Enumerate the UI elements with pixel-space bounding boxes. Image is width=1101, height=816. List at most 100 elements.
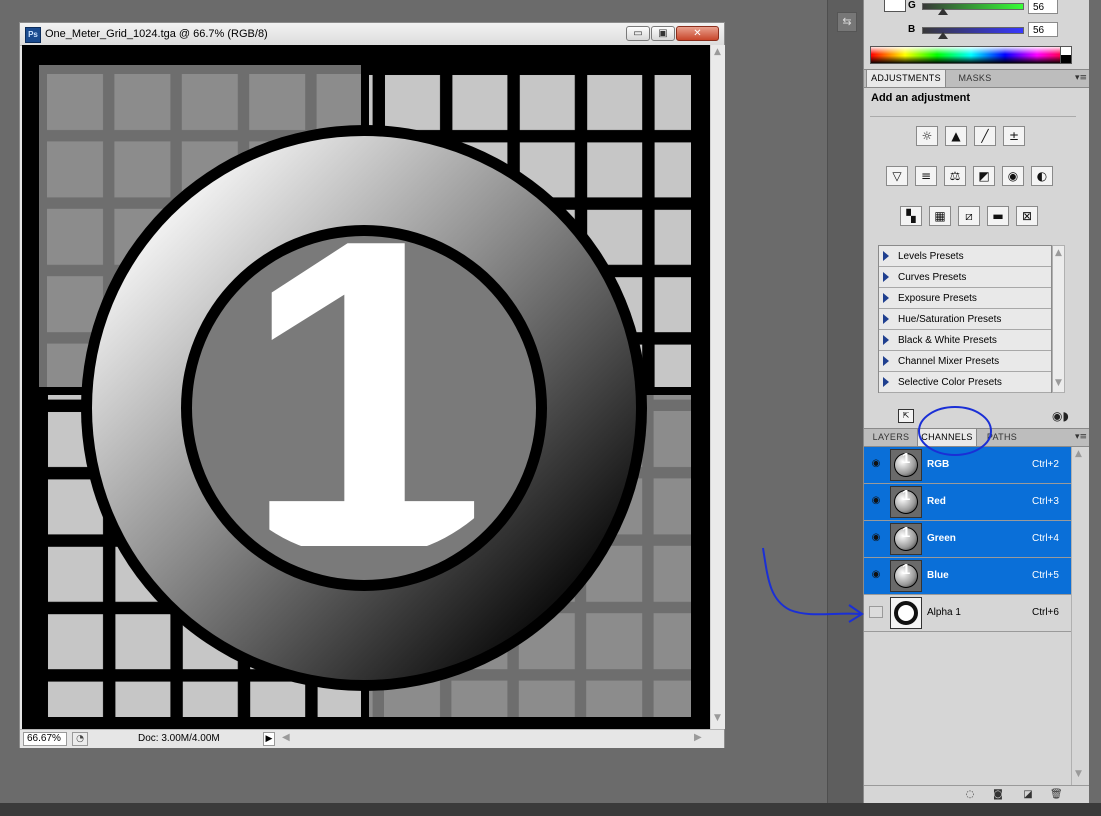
scroll-down-icon[interactable]: ▼ [1075,769,1082,779]
selective-color-icon[interactable]: ⊠ [1016,206,1038,226]
tab-masks[interactable]: MASKS [950,70,1000,87]
black-white-swatch[interactable] [1060,46,1072,64]
eye-icon[interactable]: ◉ [869,495,883,507]
expand-arrow-icon[interactable] [883,251,889,261]
thumbnail-number: 1 [901,561,911,578]
vibrance-icon[interactable]: ▽ [886,166,908,186]
threshold-icon[interactable]: ⧄ [958,206,980,226]
scroll-up-icon[interactable]: ▲ [1075,449,1082,459]
blue-slider-thumb[interactable] [938,32,948,39]
hue-saturation-icon[interactable]: ≡ [915,166,937,186]
scroll-down-icon[interactable]: ▼ [1055,378,1062,388]
green-slider[interactable] [922,3,1024,15]
preset-item[interactable]: Selective Color Presets [879,372,1051,393]
tab-channels[interactable]: CHANNELS [917,429,977,446]
preset-item[interactable]: Black & White Presets [879,330,1051,351]
scroll-left-icon[interactable]: ◀ [282,732,290,743]
preset-item[interactable]: Curves Presets [879,267,1051,288]
exposure-icon[interactable]: ± [1003,126,1025,146]
right-panel-dock: G 56 B 56 ADJUSTMENTS MASKS ▾≡ Add an ad… [863,0,1090,804]
channel-name: RGB [927,459,950,470]
panel-menu-icon[interactable]: ▾≡ [1075,70,1087,87]
panel-menu-icon[interactable]: ▾≡ [1075,429,1087,446]
expand-arrow-icon[interactable] [883,272,889,282]
delete-channel-icon[interactable]: 🗑 [1050,789,1063,800]
adjustments-heading: Add an adjustment [871,92,971,104]
preset-item[interactable]: Levels Presets [879,246,1051,267]
color-balance-icon[interactable]: ⚖ [944,166,966,186]
expand-arrow-icon[interactable] [883,377,889,387]
channel-row-alpha-1[interactable]: Alpha 1 Ctrl+6 [864,595,1071,632]
channels-footer: ◌ ◙ ◪ 🗑 [864,785,1090,804]
preset-label: Hue/Saturation Presets [898,314,1002,325]
vertical-scrollbar[interactable]: ▲ ▼ [710,45,725,729]
photo-filter-icon[interactable]: ◉ [1002,166,1024,186]
channel-thumbnail: 1 [890,523,922,555]
minimize-button[interactable]: ▭ [626,26,650,41]
new-channel-icon[interactable]: ◪ [1022,789,1034,800]
eye-icon[interactable]: ◉ [869,532,883,544]
tab-adjustments[interactable]: ADJUSTMENTS [866,70,946,87]
zoom-field[interactable]: 66.67% [23,732,67,746]
posterize-icon[interactable]: ▦ [929,206,951,226]
channel-mixer-icon[interactable]: ◐ [1031,166,1053,186]
maximize-button[interactable]: ▣ [651,26,675,41]
invert-icon[interactable]: ▚ [900,206,922,226]
curves-icon[interactable]: ╱ [974,126,996,146]
green-slider-thumb[interactable] [938,8,948,15]
blue-value-field[interactable]: 56 [1028,22,1058,37]
channel-row-rgb[interactable]: ◉ 1 RGB Ctrl+2 [864,447,1071,484]
scroll-up-icon[interactable]: ▲ [1055,248,1062,258]
status-menu-arrow[interactable]: ▶ [263,732,275,746]
channel-shortcut: Ctrl+3 [1032,496,1059,507]
eye-icon[interactable]: ◉ [869,458,883,470]
blue-slider[interactable] [922,27,1024,39]
expand-arrow-icon[interactable] [883,335,889,345]
preset-label: Exposure Presets [898,293,977,304]
document-window[interactable]: Ps One_Meter_Grid_1024.tga @ 66.7% (RGB/… [19,22,725,748]
green-value-field[interactable]: 56 [1028,0,1058,14]
channel-name: Alpha 1 [927,607,961,618]
levels-icon[interactable]: ▲ [945,126,967,146]
channel-name: Red [927,496,946,507]
color-spectrum-bar[interactable] [870,46,1072,64]
brightness-contrast-icon[interactable]: ☼ [916,126,938,146]
thumbnail-ring [894,601,918,625]
eye-icon[interactable]: ◉ [869,569,883,581]
black-white-icon[interactable]: ◩ [973,166,995,186]
expand-arrow-icon[interactable] [883,293,889,303]
document-title-bar[interactable]: Ps One_Meter_Grid_1024.tga @ 66.7% (RGB/… [20,23,724,46]
document-size: Doc: 3.00M/4.00M [138,733,220,744]
visibility-toggle[interactable] [869,606,883,618]
status-info-icon[interactable]: ◔ [72,732,88,746]
preset-item[interactable]: Exposure Presets [879,288,1051,309]
thumbnail-number: 1 [901,487,911,504]
green-slider-label: G [908,0,916,11]
return-to-list-icon[interactable]: ⇱ [898,409,914,423]
expand-arrow-icon[interactable] [883,356,889,366]
preset-item[interactable]: Hue/Saturation Presets [879,309,1051,330]
save-selection-icon[interactable]: ◙ [992,789,1004,800]
scroll-down-icon[interactable]: ▼ [714,713,721,723]
tab-layers[interactable]: LAYERS [866,429,916,446]
preset-item[interactable]: Channel Mixer Presets [879,351,1051,372]
close-button[interactable]: ✕ [676,26,719,41]
preset-label: Levels Presets [898,251,964,262]
panel-toggle-icon[interactable]: ⇆ [837,12,857,32]
foreground-color-swatch[interactable] [884,0,906,12]
tab-paths[interactable]: PATHS [981,429,1023,446]
channel-row-blue[interactable]: ◉ 1 Blue Ctrl+5 [864,558,1071,595]
gradient-map-icon[interactable]: ▬ [987,206,1009,226]
channel-shortcut: Ctrl+6 [1032,607,1059,618]
scroll-up-icon[interactable]: ▲ [714,47,721,57]
image-canvas[interactable]: 1 [22,45,710,729]
channels-scrollbar[interactable]: ▲ ▼ [1071,447,1086,785]
channel-row-green[interactable]: ◉ 1 Green Ctrl+4 [864,521,1071,558]
expand-arrow-icon[interactable] [883,314,889,324]
load-selection-icon[interactable]: ◌ [964,789,976,800]
channel-row-red[interactable]: ◉ 1 Red Ctrl+3 [864,484,1071,521]
thumbnail-number: 1 [901,450,911,467]
presets-scrollbar[interactable]: ▲ ▼ [1052,245,1065,393]
scroll-right-icon[interactable]: ▶ [694,732,702,743]
adjustment-options-icon[interactable]: ◉◗ [1052,409,1069,423]
